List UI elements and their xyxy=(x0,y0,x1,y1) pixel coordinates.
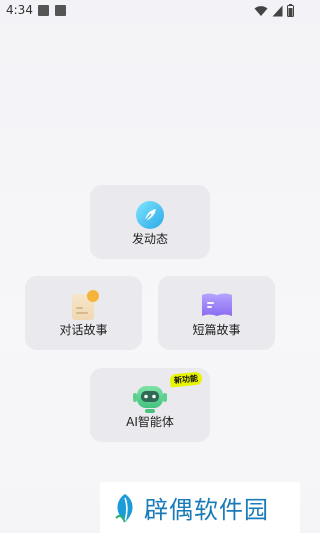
status-icons xyxy=(254,4,294,17)
card-label: 发动态 xyxy=(131,232,168,246)
short-story-card[interactable]: 短篇故事 xyxy=(158,276,275,350)
post-dynamic-card[interactable]: 发动态 xyxy=(90,185,210,259)
watermark: 辟偶软件园 xyxy=(100,482,300,533)
dialog-story-card[interactable]: 对话故事 xyxy=(25,276,142,350)
status-time: 4:34 xyxy=(6,3,33,17)
open-book-icon xyxy=(201,293,232,316)
chat-notes-icon xyxy=(71,290,99,320)
battery-icon xyxy=(287,4,294,17)
wifi-icon xyxy=(254,5,268,16)
status-bar: 4:34 xyxy=(0,0,300,22)
feather-bubble-icon xyxy=(136,201,164,229)
watermark-text: 辟偶软件园 xyxy=(144,496,269,524)
notification-icon xyxy=(38,5,49,16)
robot-icon xyxy=(133,386,167,413)
notification-icon xyxy=(55,5,66,16)
card-label: 短篇故事 xyxy=(192,323,241,337)
card-label: 对话故事 xyxy=(59,323,108,337)
card-label: AI智能体 xyxy=(126,415,174,429)
signal-icon xyxy=(272,5,283,16)
leaf-logo-icon xyxy=(115,493,133,522)
